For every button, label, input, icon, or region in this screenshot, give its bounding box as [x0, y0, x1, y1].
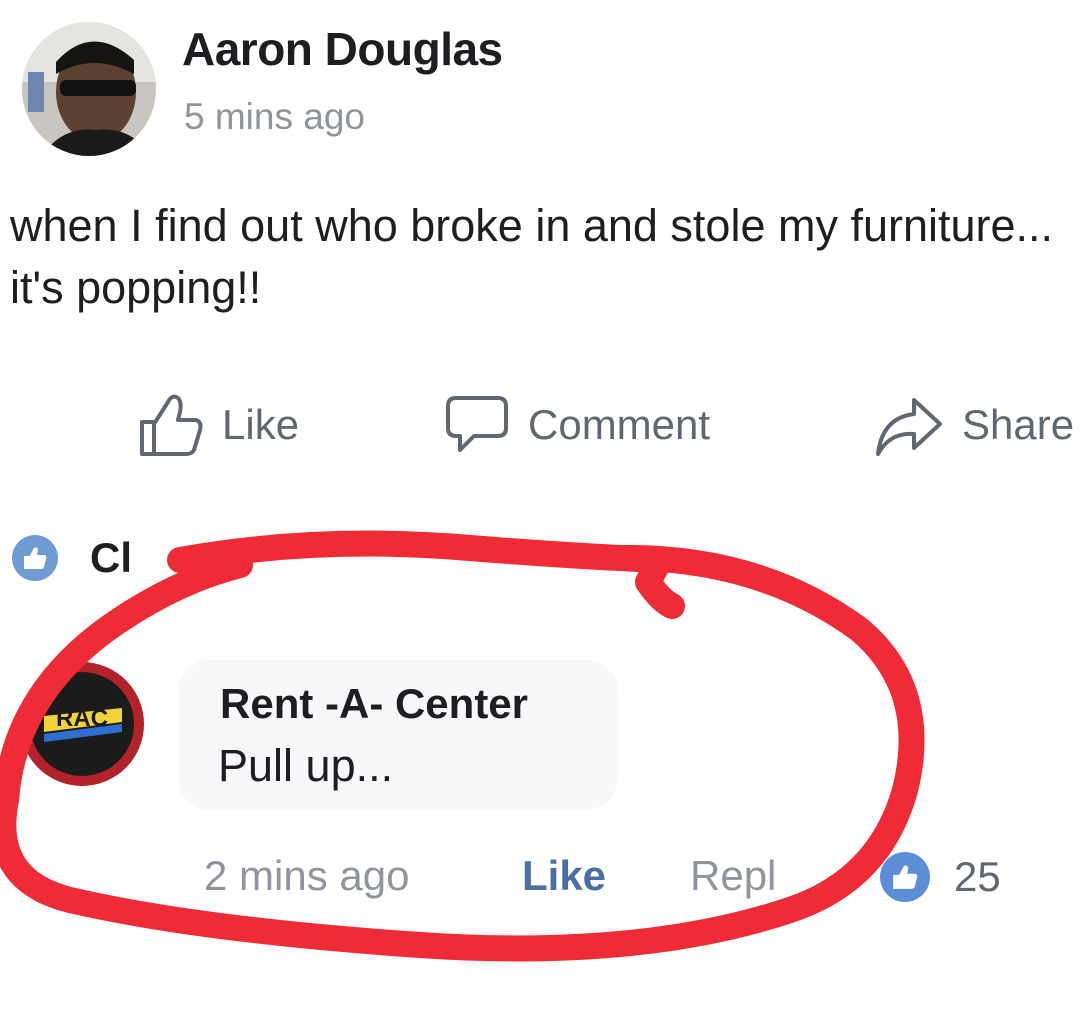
user-avatar-icon	[22, 22, 156, 156]
post-author-name[interactable]: Aaron Douglas	[182, 22, 503, 76]
like-label: Like	[222, 401, 300, 448]
share-arrow-icon	[876, 398, 942, 456]
comment-timestamp[interactable]: 2 mins ago	[204, 852, 409, 900]
like-reaction-icon	[12, 535, 58, 581]
thumbs-up-icon	[140, 394, 203, 456]
comment-author-name[interactable]: Rent -A- Center	[220, 680, 528, 728]
comment-reaction-count[interactable]: 25	[880, 852, 1001, 902]
reactions-summary[interactable]: Cl	[12, 528, 132, 588]
like-button[interactable]: Like	[138, 390, 299, 460]
rac-logo-text: RAC	[56, 705, 108, 732]
reaction-count-text: 25	[954, 853, 1001, 900]
comment-button[interactable]: Comment	[444, 390, 710, 460]
comment-reply-link[interactable]: Repl	[690, 852, 776, 900]
comment-like-link[interactable]: Like	[522, 852, 606, 900]
rac-logo-icon: RAC	[20, 662, 144, 786]
comment-label: Comment	[528, 401, 711, 448]
post-body-text: when I find out who broke in and stole m…	[10, 200, 1054, 313]
share-label: Share	[962, 401, 1075, 448]
post-timestamp[interactable]: 5 mins ago	[184, 96, 365, 138]
share-button[interactable]: Share	[874, 390, 1074, 460]
author-avatar[interactable]	[22, 22, 156, 156]
comment-body-text: Pull up...	[218, 740, 394, 791]
reactions-text: Cl	[90, 534, 132, 581]
like-reaction-icon	[880, 852, 930, 902]
commenter-logo[interactable]: RAC	[18, 660, 146, 788]
comment-bubble-icon	[446, 396, 508, 452]
